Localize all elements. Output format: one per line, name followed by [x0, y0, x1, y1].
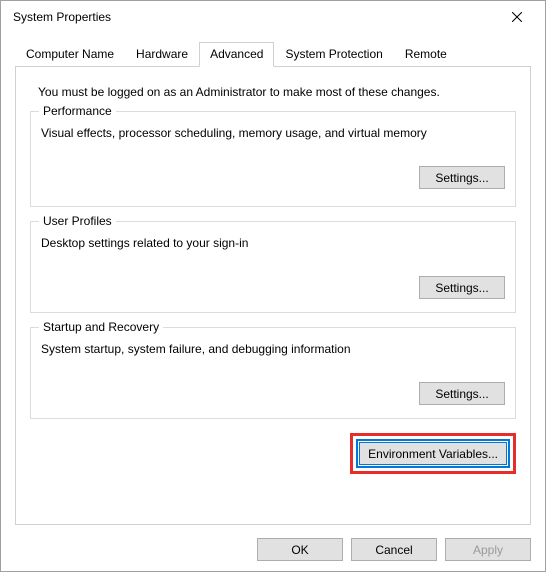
tab-advanced[interactable]: Advanced: [199, 42, 274, 67]
tab-system-protection[interactable]: System Protection: [274, 42, 393, 67]
user-profiles-group: User Profiles Desktop settings related t…: [30, 221, 516, 313]
admin-note: You must be logged on as an Administrato…: [38, 85, 516, 99]
startup-recovery-desc: System startup, system failure, and debu…: [41, 342, 505, 356]
content-area: Computer Name Hardware Advanced System P…: [1, 33, 545, 525]
user-profiles-legend: User Profiles: [39, 214, 116, 228]
tab-remote[interactable]: Remote: [394, 42, 458, 67]
apply-button: Apply: [445, 538, 531, 561]
startup-recovery-legend: Startup and Recovery: [39, 320, 163, 334]
close-icon: [512, 12, 522, 22]
dialog-button-row: OK Cancel Apply: [257, 538, 531, 561]
tab-computer-name[interactable]: Computer Name: [15, 42, 125, 67]
env-variables-row: Environment Variables...: [30, 433, 516, 474]
tab-strip: Computer Name Hardware Advanced System P…: [15, 41, 531, 67]
startup-recovery-settings-button[interactable]: Settings...: [419, 382, 505, 405]
environment-variables-button[interactable]: Environment Variables...: [359, 442, 507, 465]
env-variables-focus-ring: Environment Variables...: [356, 439, 510, 468]
user-profiles-settings-button[interactable]: Settings...: [419, 276, 505, 299]
cancel-button[interactable]: Cancel: [351, 538, 437, 561]
performance-settings-button[interactable]: Settings...: [419, 166, 505, 189]
tab-hardware[interactable]: Hardware: [125, 42, 199, 67]
performance-group: Performance Visual effects, processor sc…: [30, 111, 516, 207]
performance-button-row: Settings...: [41, 166, 505, 189]
tab-panel-advanced: You must be logged on as an Administrato…: [15, 67, 531, 525]
performance-legend: Performance: [39, 104, 116, 118]
window-title: System Properties: [13, 10, 111, 24]
startup-recovery-group: Startup and Recovery System startup, sys…: [30, 327, 516, 419]
close-button[interactable]: [497, 3, 537, 31]
system-properties-window: System Properties Computer Name Hardware…: [0, 0, 546, 572]
env-variables-highlight: Environment Variables...: [350, 433, 516, 474]
user-profiles-button-row: Settings...: [41, 276, 505, 299]
startup-recovery-button-row: Settings...: [41, 382, 505, 405]
ok-button[interactable]: OK: [257, 538, 343, 561]
titlebar: System Properties: [1, 1, 545, 33]
performance-desc: Visual effects, processor scheduling, me…: [41, 126, 505, 140]
user-profiles-desc: Desktop settings related to your sign-in: [41, 236, 505, 250]
